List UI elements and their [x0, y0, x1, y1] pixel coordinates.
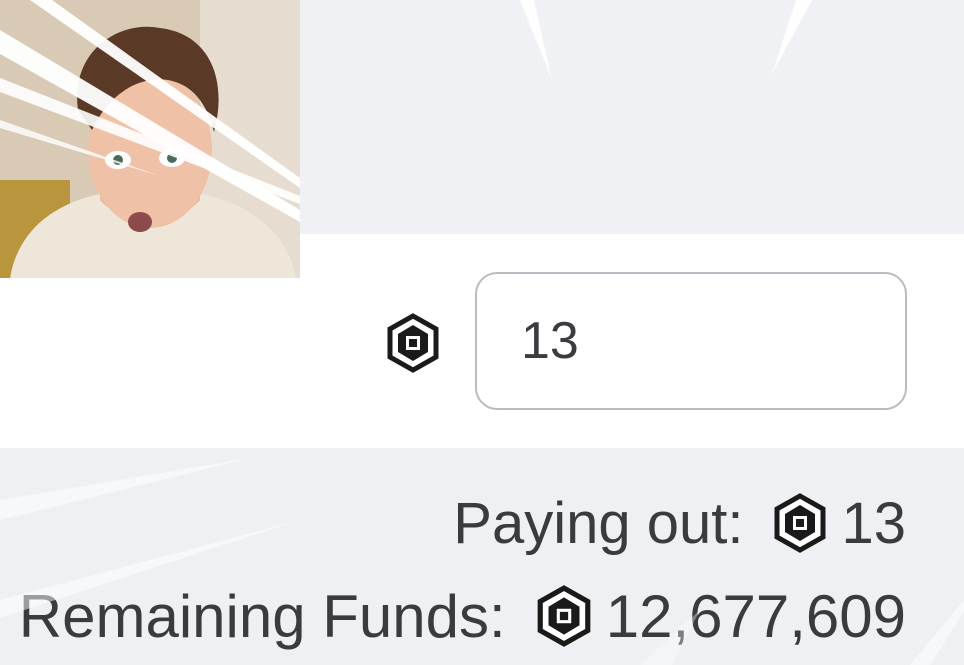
paying-out-label: Paying out: — [453, 490, 744, 556]
paying-out-value: 13 — [841, 490, 906, 556]
remaining-funds-label: Remaining Funds: — [18, 582, 506, 650]
robux-icon — [386, 313, 440, 373]
webcam-overlay — [0, 0, 300, 278]
remaining-funds-value: 12,677,609 — [605, 582, 906, 650]
robux-icon — [773, 493, 827, 553]
remaining-funds-line: Remaining Funds: 12,677,609 — [19, 578, 906, 654]
payout-screen: Paying out: 13 Remaining Funds: 12,677,6… — [0, 0, 964, 665]
amount-input[interactable] — [475, 272, 907, 410]
paying-out-line: Paying out: 13 — [453, 488, 906, 558]
webcam-person — [0, 0, 300, 278]
robux-icon — [536, 585, 592, 647]
